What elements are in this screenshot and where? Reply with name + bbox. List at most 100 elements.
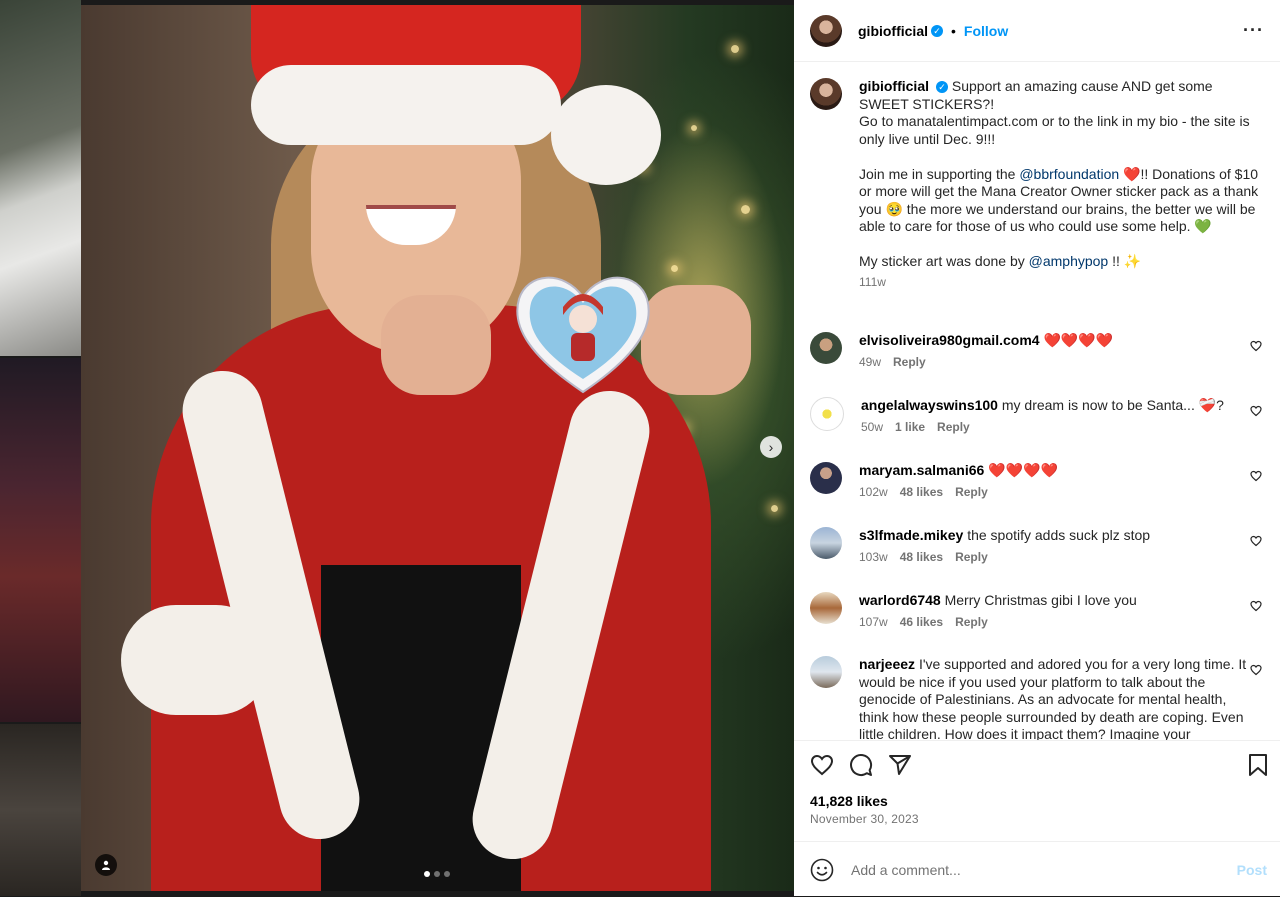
reply-button[interactable]: Reply [893,355,926,369]
author-avatar[interactable] [810,14,842,47]
author-avatar[interactable] [810,78,842,110]
comment-age[interactable]: 102w [859,485,888,499]
heart-icon[interactable] [810,753,834,777]
right-hand [641,285,751,395]
left-hand [381,295,491,395]
santa-hat-pom [551,85,661,185]
commenter-username[interactable]: warlord6748 [859,592,941,608]
follow-button[interactable]: Follow [964,23,1008,39]
post-action-bar [794,740,1280,789]
post-date[interactable]: November 30, 2023 [810,812,919,826]
comment-meta: 103w 48 likes Reply [859,549,1249,567]
comment-likes[interactable]: 48 likes [900,485,943,499]
heart-icon[interactable] [1250,600,1262,612]
comment-text: ❤️❤️❤️❤️ [1043,332,1114,348]
next-slide-button[interactable]: › [760,436,782,458]
post-header: gibiofficial ✓ • Follow ··· [794,0,1280,62]
heart-icon[interactable] [1250,664,1262,676]
comment-item: elvisoliveira980gmail.com4 ❤️❤️❤️❤️ 49w R… [810,332,1270,371]
comment-likes[interactable]: 1 like [895,420,925,434]
post-side-panel: gibiofficial ✓ • Follow ··· gibiofficial… [794,0,1280,896]
comment-meta: 102w 48 likes Reply [859,484,1249,502]
comment-meta: 107w 46 likes Reply [859,614,1249,632]
commenter-avatar[interactable] [810,527,842,559]
author-username[interactable]: gibiofficial [858,23,928,39]
post-caption: gibiofficial ✓ Support an amazing cause A… [810,78,1260,289]
mention-link[interactable]: @amphypop [1029,253,1109,269]
caption-line: Go to manatalentimpact.com or to the lin… [859,113,1254,147]
commenter-username[interactable]: s3lfmade.mikey [859,527,963,543]
tree-light [671,265,678,272]
background-post-thumbnail [0,724,81,896]
comment-age[interactable]: 107w [859,615,888,629]
fur-cuff [121,605,271,715]
comments-list[interactable]: gibiofficial ✓ Support an amazing cause A… [794,62,1280,740]
comment-item: s3lfmade.mikey the spotify adds suck plz… [810,527,1270,566]
santa-hat-band [251,65,561,145]
carousel-indicator [424,871,450,877]
reply-button[interactable]: Reply [955,485,988,499]
emoji-icon[interactable] [810,858,834,882]
caption-paragraph: Join me in supporting the [859,165,1020,182]
caption-text: gibiofficial ✓ Support an amazing cause A… [859,78,1259,271]
comment-text: my dream is now to be Santa... ❤️‍🩹? [1001,397,1224,413]
comment-age[interactable]: 103w [859,550,888,564]
caption-age[interactable]: 111w [859,275,886,289]
carousel-dot [434,871,440,877]
reply-button[interactable]: Reply [955,615,988,629]
comment-input[interactable] [849,860,1213,879]
heart-icon[interactable] [1250,470,1262,482]
background-feed-strip [0,0,81,896]
verified-icon: ✓ [931,24,943,37]
more-icon[interactable]: ··· [1243,20,1264,41]
share-icon[interactable] [888,753,912,777]
tree-light [771,505,778,512]
mention-link[interactable]: @bbrfoundation [1019,166,1119,182]
commenter-avatar[interactable] [810,332,842,364]
comment-text: ❤️❤️❤️❤️ [988,462,1058,478]
comment-text: Merry Christmas gibi I love you [944,592,1137,608]
comment-composer: Post [794,841,1280,897]
tree-light [741,205,750,214]
tag-user-icon[interactable] [95,854,117,876]
commenter-username[interactable]: angelalwayswins100 [861,397,998,413]
tree-light [731,45,739,53]
post-photo[interactable]: › [81,5,794,891]
caption-paragraph: My sticker art was done by [859,253,1029,269]
commenter-avatar[interactable] [810,592,842,624]
reply-button[interactable]: Reply [937,420,970,434]
caption-line: Support an amazing cause AND get some [951,78,1213,94]
comment-age[interactable]: 50w [861,420,883,434]
comment-meta: 49w Reply [859,354,1249,372]
comment-icon[interactable] [849,753,873,777]
heart-icon[interactable] [1250,340,1262,352]
tree-light [691,125,697,131]
bookmark-icon[interactable] [1246,753,1270,777]
comment-age[interactable]: 49w [859,355,881,369]
carousel-dot [444,871,450,877]
like-count[interactable]: 41,828 likes [810,793,888,809]
commenter-username[interactable]: narjeeez [859,656,915,672]
header-separator: • [951,22,956,39]
comment-likes[interactable]: 46 likes [900,615,943,629]
heart-icon[interactable] [1250,405,1262,417]
caption-paragraph: !! ✨ [1108,253,1142,269]
background-post-thumbnail [0,0,81,356]
comment-item: angelalwayswins100 my dream is now to be… [810,397,1270,436]
comment-item: warlord6748 Merry Christmas gibi I love … [810,592,1270,631]
verified-icon: ✓ [936,81,948,94]
comment-text: I've supported and adored you for a very… [859,656,1247,740]
commenter-username[interactable]: maryam.salmani66 [859,462,984,478]
heart-icon[interactable] [1250,535,1262,547]
commenter-username[interactable]: elvisoliveira980gmail.com4 [859,332,1040,348]
commenter-avatar[interactable] [810,656,842,688]
reply-button[interactable]: Reply [955,550,988,564]
caption-username[interactable]: gibiofficial [859,78,929,94]
post-comment-button[interactable]: Post [1237,862,1267,878]
comment-item: maryam.salmani66 ❤️❤️❤️❤️ 102w 48 likes Re… [810,462,1270,501]
commenter-avatar[interactable] [810,462,842,494]
chevron-right-icon: › [768,439,774,455]
commenter-avatar[interactable] [810,397,844,431]
carousel-dot-active [424,871,430,877]
comment-likes[interactable]: 48 likes [900,550,943,564]
